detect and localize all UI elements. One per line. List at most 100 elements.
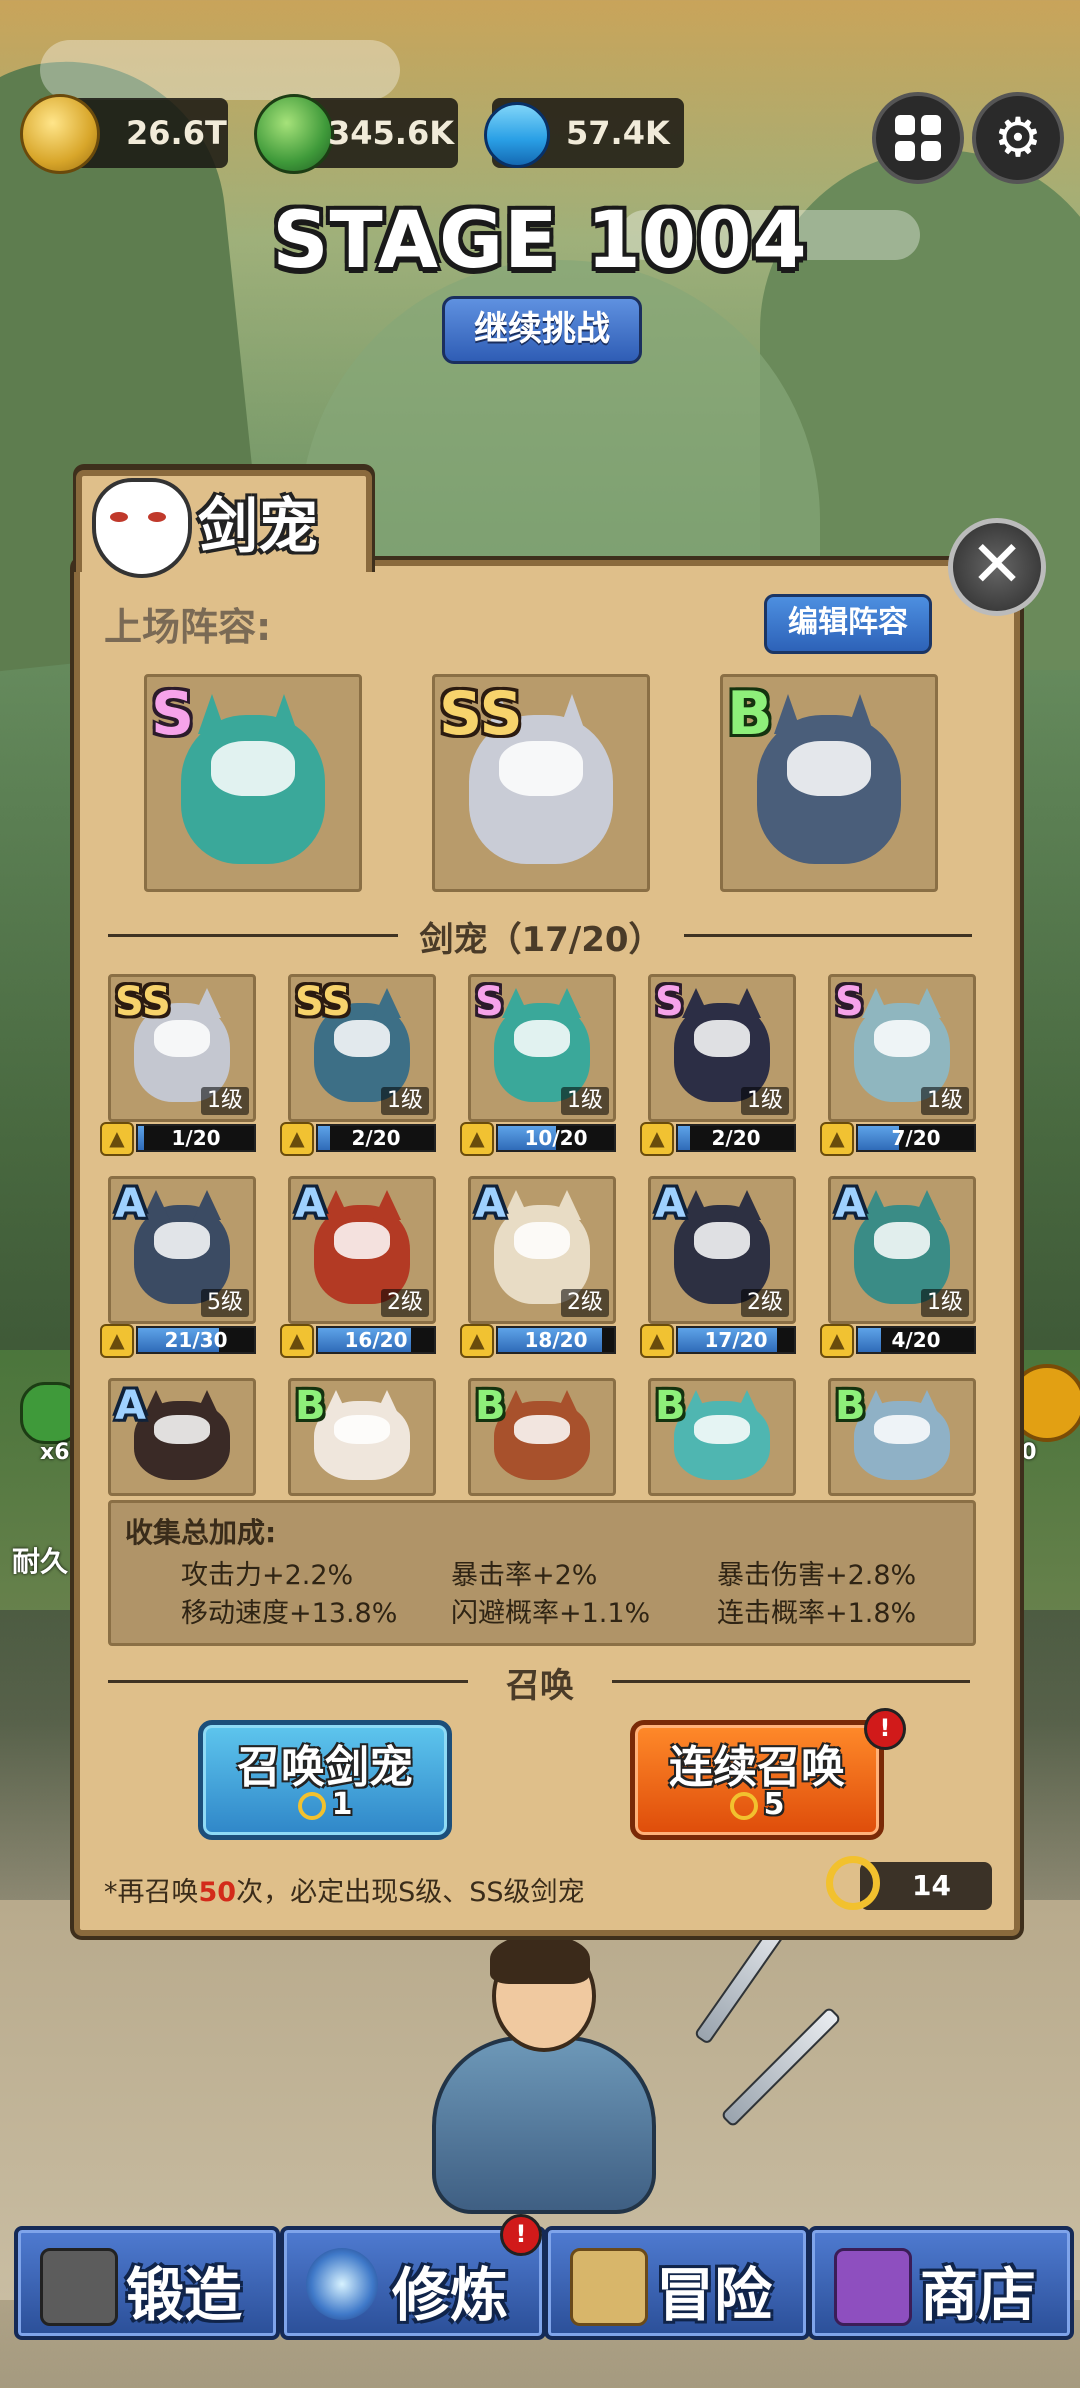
gear-icon: ⚙ [993,106,1043,169]
summon-guarantee-note: *再召唤50次，必定出现S级、SS级剑宠 [104,1877,585,1908]
pet-level: 1级 [921,1289,969,1317]
upgrade-thumb-icon: ▲ [460,1122,494,1156]
pet-progress-text: 1/20 [171,1126,221,1150]
summon-multi-button[interactable]: 连续召唤 5 [630,1720,884,1840]
edit-lineup-button[interactable]: 编辑阵容 [764,594,932,654]
settings-button[interactable]: ⚙ [972,92,1064,184]
nav-forge-label: 锻造 [126,2261,243,2329]
fox-mask-icon [92,478,192,578]
summon-multi-cost: 5 [635,1787,879,1822]
summon-single-label: 召唤剑宠 [237,1742,413,1793]
summon-single-cost: 1 [203,1787,447,1822]
upgrade-thumb-icon: ▲ [100,1122,134,1156]
pet-progress-bar: 2/20 [316,1124,436,1152]
pet-progress-text: 4/20 [891,1328,941,1352]
pet-level: 2级 [381,1289,429,1317]
notification-badge: ! [864,1708,906,1750]
pet-progress-text: 21/30 [164,1328,228,1352]
jade-resource[interactable]: 345.6K [254,94,458,174]
panel-title: 剑宠 [198,492,318,562]
grade-badge: S [655,979,684,1025]
pet-card[interactable]: S 1级 [468,974,616,1122]
pet-progress-text: 2/20 [711,1126,761,1150]
pet-progress-text: 17/20 [704,1328,768,1352]
pet-progress-bar: 7/20 [856,1124,976,1152]
key-icon [826,1856,880,1910]
upgrade-thumb-icon: ▲ [820,1122,854,1156]
diamond-value: 57.4K [566,114,670,152]
nav-forge-button[interactable]: 锻造 [14,2226,280,2340]
pet-card[interactable]: B [288,1378,436,1496]
pet-progress-bar: 17/20 [676,1326,796,1354]
divider [108,934,398,937]
gold-coin-icon [20,94,100,174]
grade-badge: B [727,679,773,749]
pet-progress-bar: 1/20 [136,1124,256,1152]
notification-badge: ! [500,2214,542,2256]
grade-badge: A [655,1181,686,1227]
jade-stone-icon [254,94,334,174]
jade-value: 345.6K [328,114,455,152]
pet-card[interactable]: B [828,1378,976,1496]
upgrade-thumb-icon: ▲ [280,1324,314,1358]
bonus-move-speed: 移动速度+13.8% [181,1598,398,1629]
pet-card[interactable]: A 2级 [288,1176,436,1324]
anvil-icon [40,2248,118,2326]
pet-card[interactable]: S 1级 [828,974,976,1122]
pet-card[interactable]: SS 1级 [288,974,436,1122]
map-scroll-icon [570,2248,648,2326]
bonus-crit-rate: 暴击率+2% [451,1560,598,1591]
pet-level: 1级 [201,1087,249,1115]
close-button[interactable]: ✕ [948,518,1046,616]
pet-level: 1级 [561,1087,609,1115]
pet-level: 1级 [741,1087,789,1115]
pet-card[interactable]: A 2级 [648,1176,796,1324]
pet-progress-bar: 2/20 [676,1124,796,1152]
gold-value: 26.6T [126,114,227,152]
grade-badge: B [295,1383,326,1429]
grade-badge: A [835,1181,866,1227]
pet-card[interactable]: B [648,1378,796,1496]
lineup-pet-card[interactable]: SS [432,674,650,892]
pet-level: 2级 [561,1289,609,1317]
grade-badge: SS [115,979,171,1025]
key-icon [297,1791,326,1820]
pet-card[interactable]: S 1级 [648,974,796,1122]
pet-card[interactable]: B [468,1378,616,1496]
bonus-title: 收集总加成: [125,1516,277,1549]
pet-card[interactable]: A [108,1378,256,1496]
nav-shop-button[interactable]: 商店 [808,2226,1074,2340]
nav-adventure-button[interactable]: 冒险 [544,2226,810,2340]
lineup-pet-card[interactable]: B [720,674,938,892]
continue-challenge-button[interactable]: 继续挑战 [442,296,642,364]
grade-badge: A [115,1181,146,1227]
menu-grid-button[interactable] [872,92,964,184]
grade-badge: B [475,1383,506,1429]
collection-bonus-box: 收集总加成: 攻击力+2.2% 暴击率+2% 暴击伤害+2.8% 移动速度+13… [108,1500,976,1646]
upgrade-thumb-icon: ▲ [280,1122,314,1156]
pet-card[interactable]: A 1级 [828,1176,976,1324]
pet-progress-bar: 4/20 [856,1326,976,1354]
lineup-pet-card[interactable]: S [144,674,362,892]
cloud [40,40,400,100]
stage-title: STAGE 1004 [272,196,808,286]
pet-card[interactable]: A 2级 [468,1176,616,1324]
treasure-chest-icon [834,2248,912,2326]
upgrade-thumb-icon: ▲ [640,1324,674,1358]
pet-progress-text: 2/20 [351,1126,401,1150]
jade-side-icon [20,1382,82,1444]
divider [612,1680,970,1683]
summon-single-button[interactable]: 召唤剑宠 1 [198,1720,452,1840]
pet-progress-bar: 18/20 [496,1326,616,1354]
pet-card[interactable]: A 5级 [108,1176,256,1324]
diamond-resource[interactable]: 57.4K [470,88,684,182]
bonus-dodge: 闪避概率+1.1% [451,1598,651,1629]
upgrade-thumb-icon: ▲ [820,1324,854,1358]
upgrade-thumb-icon: ▲ [460,1324,494,1358]
gold-resource[interactable]: 26.6T [20,94,228,174]
pet-level: 1级 [381,1087,429,1115]
pet-level: 1级 [921,1087,969,1115]
bonus-attack: 攻击力+2.2% [181,1560,354,1591]
pet-card[interactable]: SS 1级 [108,974,256,1122]
grade-badge: A [475,1181,506,1227]
